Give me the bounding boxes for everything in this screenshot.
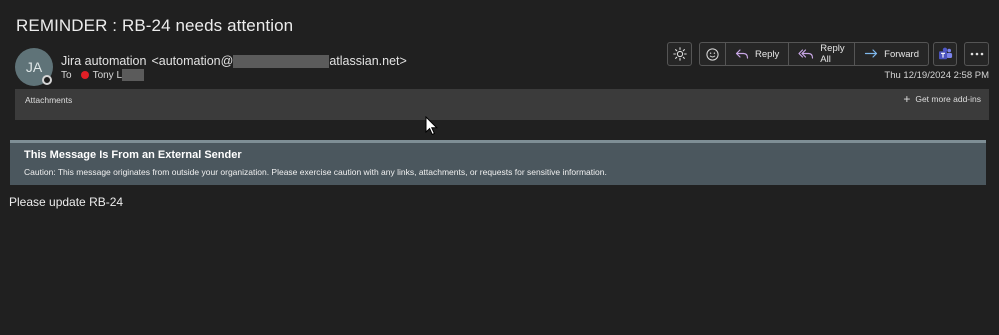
email-body: Please update RB-24 — [9, 195, 124, 209]
reply-button[interactable]: Reply — [726, 43, 790, 65]
mouse-cursor-icon — [425, 116, 439, 136]
emoji-reaction-button[interactable] — [700, 43, 726, 65]
sender-name: Jira automation — [61, 54, 147, 68]
attachments-bar: Attachments + Get more add-ins — [15, 89, 989, 120]
response-button-group: Reply Reply All Forward — [699, 42, 929, 66]
presence-status-icon — [42, 75, 52, 85]
sent-date: Thu 12/19/2024 2:58 PM — [884, 70, 989, 81]
teams-button[interactable] — [933, 42, 957, 66]
sender-email-suffix: atlassian.net> — [329, 54, 407, 68]
smiley-icon — [706, 47, 719, 61]
more-actions-button[interactable] — [964, 42, 989, 66]
reply-all-icon — [798, 48, 814, 60]
ellipsis-icon — [970, 52, 984, 56]
forward-label: Forward — [884, 48, 919, 60]
forward-button[interactable]: Forward — [855, 43, 928, 65]
to-line: To Tony L — [61, 69, 145, 81]
avatar-initials: JA — [25, 59, 43, 75]
get-more-addins-label: Get more add-ins — [915, 94, 981, 104]
reply-label: Reply — [755, 48, 780, 60]
forward-arrow-icon — [864, 48, 878, 60]
external-sender-banner: This Message Is From an External Sender … — [10, 140, 986, 185]
reply-icon — [735, 48, 749, 60]
sender-line[interactable]: Jira automation <automation@ atlassian.n… — [61, 54, 407, 68]
presence-busy-icon — [80, 71, 89, 79]
teams-icon — [938, 47, 953, 61]
recipient-name[interactable]: Tony L — [93, 70, 122, 81]
redacted-block — [122, 69, 145, 81]
sender-email-prefix: <automation@ — [151, 54, 234, 68]
email-subject: REMINDER : RB-24 needs attention — [16, 16, 294, 35]
attachments-label: Attachments — [25, 95, 73, 105]
reply-all-button[interactable]: Reply All — [789, 43, 856, 65]
get-more-addins-button[interactable]: + Get more add-ins — [903, 91, 981, 106]
sun-icon — [672, 47, 687, 61]
reply-all-label: Reply All — [820, 43, 845, 65]
to-label: To — [61, 69, 72, 81]
plus-icon: + — [903, 91, 911, 106]
redacted-block — [233, 54, 330, 68]
banner-title: This Message Is From an External Sender — [24, 149, 242, 161]
banner-text: Caution: This message originates from ou… — [24, 167, 607, 177]
brightness-button[interactable] — [667, 42, 692, 66]
